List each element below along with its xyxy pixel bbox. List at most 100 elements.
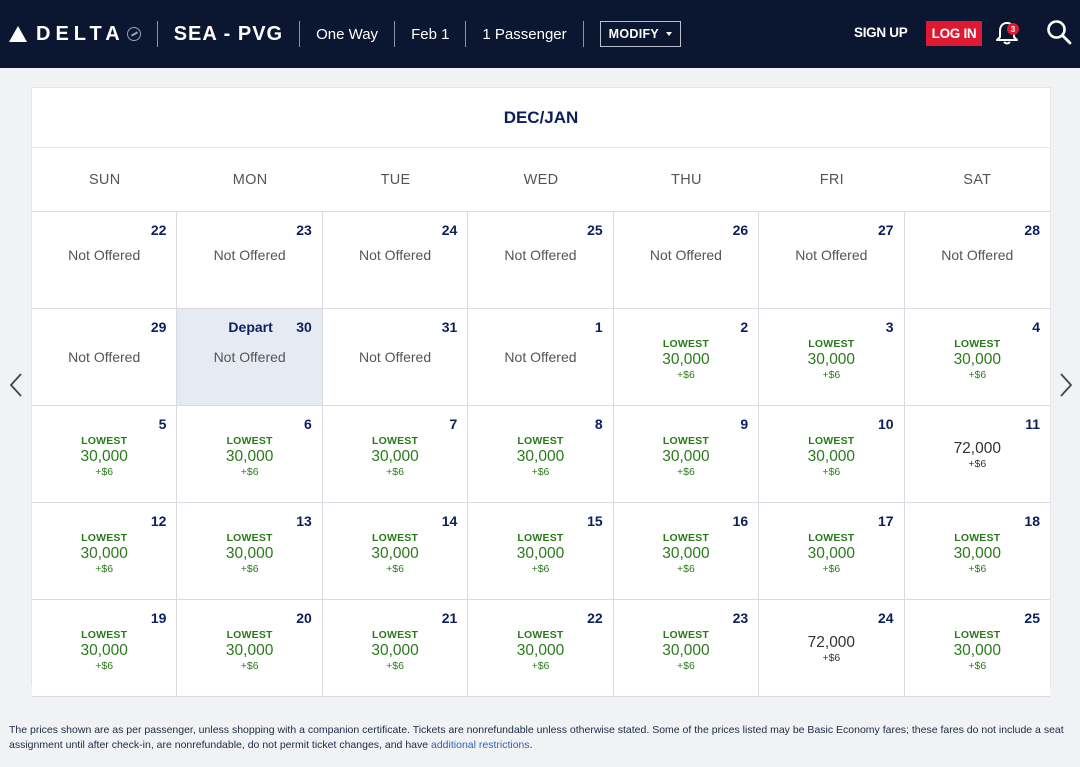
calendar-grid: 22 Not Offered 23 Not Offered 24 Not Offered 2… [32, 212, 1050, 697]
day-number: 28 [1024, 222, 1040, 238]
weekday-header-row: SUN MON TUE WED THU FRI SAT [32, 148, 1050, 212]
not-offered-label: Not Offered [795, 247, 868, 263]
trip-type-label: One Way [316, 25, 379, 43]
day-number: 11 [1025, 416, 1040, 432]
fare-miles: 30,000 [371, 448, 419, 465]
fare-fee: +$6 [386, 466, 404, 478]
fare-fee: +$6 [968, 458, 987, 470]
fare-fee: +$6 [822, 652, 841, 664]
calendar-day-cell: 27 Not Offered [759, 212, 905, 309]
fare-miles: 30,000 [662, 545, 710, 562]
fare-info: LOWEST 30,000 +$6 [759, 435, 903, 479]
fare-fee: +$6 [240, 563, 259, 575]
day-number: 23 [296, 222, 312, 238]
day-number: 27 [877, 222, 894, 238]
day-number: 26 [732, 222, 749, 238]
fare-fee: +$6 [386, 563, 404, 575]
calendar-day-cell[interactable]: 5 LOWEST 30,000 +$6 [32, 406, 178, 503]
day-number: 2 [740, 319, 749, 335]
fare-info: LOWEST 30,000 +$6 [614, 338, 758, 382]
fare-fee: +$6 [822, 466, 841, 478]
additional-restrictions-link[interactable]: additional restrictions [431, 739, 530, 751]
calendar-day-cell[interactable]: 9 LOWEST 30,000 +$6 [613, 406, 760, 503]
fare-miles: 30,000 [516, 642, 565, 659]
lowest-fare-label: LOWEST [954, 629, 1001, 641]
calendar-day-cell: 22 Not Offered [32, 212, 178, 309]
day-number: 23 [732, 610, 749, 626]
calendar-day-cell[interactable]: 6 LOWEST 30,000 +$6 [177, 406, 323, 503]
lowest-fare-label: LOWEST [81, 435, 128, 447]
route-label: SEA - PVG [173, 22, 284, 45]
log-in-button[interactable]: LOG IN [926, 21, 982, 46]
fare-miles: 30,000 [80, 545, 128, 562]
lowest-fare-label: LOWEST [226, 532, 273, 544]
day-number: 8 [594, 416, 603, 432]
delta-logo[interactable]: DELTA [9, 0, 141, 68]
calendar-day-cell[interactable]: 23 LOWEST 30,000 +$6 [613, 600, 760, 697]
calendar-day-cell[interactable]: 8 LOWEST 30,000 +$6 [468, 406, 614, 503]
not-offered-label: Not Offered [359, 349, 432, 365]
fare-miles: 30,000 [516, 448, 565, 465]
lowest-fare-label: LOWEST [517, 532, 564, 544]
disclaimer-text: The prices shown are as per passenger, u… [9, 724, 1064, 751]
not-offered-label: Not Offered [649, 247, 722, 263]
calendar-day-cell[interactable]: 4 LOWEST 30,000 +$6 [904, 309, 1050, 406]
calendar-day-cell[interactable]: 13 LOWEST 30,000 +$6 [177, 503, 323, 600]
calendar-day-cell[interactable]: 24 72,000 +$6 [759, 600, 905, 697]
fare-fee: +$6 [968, 660, 987, 672]
day-number: 9 [740, 416, 749, 432]
day-number: 13 [296, 513, 312, 529]
fare-miles: 30,000 [807, 545, 856, 562]
not-offered-label: Not Offered [213, 349, 286, 365]
day-number: 29 [150, 319, 167, 335]
fare-info: 72,000 +$6 [905, 440, 1050, 471]
search-icon[interactable] [1046, 19, 1072, 45]
calendar-day-cell[interactable]: 3 LOWEST 30,000 +$6 [759, 309, 905, 406]
calendar-day-cell[interactable]: 20 LOWEST 30,000 +$6 [177, 600, 323, 697]
calendar-day-cell[interactable]: 17 LOWEST 30,000 +$6 [759, 503, 905, 600]
not-offered-label: Not Offered [68, 349, 141, 365]
calendar-day-cell[interactable]: 16 LOWEST 30,000 +$6 [613, 503, 760, 600]
next-month-arrow-icon[interactable] [1056, 372, 1076, 398]
notification-badge: 3 [1007, 23, 1019, 35]
lowest-fare-label: LOWEST [954, 532, 1001, 544]
calendar-day-cell: 29 Not Offered [32, 309, 178, 406]
fare-miles: 30,000 [807, 448, 856, 465]
calendar-day-cell[interactable]: 7 LOWEST 30,000 +$6 [322, 406, 469, 503]
calendar-day-cell[interactable]: 10 LOWEST 30,000 +$6 [759, 406, 905, 503]
calendar-day-cell[interactable]: 14 LOWEST 30,000 +$6 [322, 503, 469, 600]
day-number: 16 [732, 513, 749, 529]
day-number: 24 [441, 222, 458, 238]
fare-fee: +$6 [822, 369, 841, 381]
calendar-day-cell[interactable]: 15 LOWEST 30,000 +$6 [468, 503, 614, 600]
previous-month-arrow-icon[interactable] [6, 372, 26, 398]
passenger-label: 1 Passenger [482, 25, 567, 43]
fare-fee: +$6 [677, 660, 695, 672]
calendar-day-cell: 23 Not Offered [177, 212, 323, 309]
calendar-day-cell[interactable]: 22 LOWEST 30,000 +$6 [468, 600, 614, 697]
fare-info: LOWEST 30,000 +$6 [177, 629, 321, 673]
modify-button[interactable]: MODIFY [599, 21, 682, 47]
calendar-day-cell: 30 Depart Not Offered [177, 309, 323, 406]
lowest-fare-label: LOWEST [517, 629, 564, 641]
calendar-day-cell[interactable]: 11 72,000 +$6 [904, 406, 1050, 503]
fare-info: LOWEST 30,000 +$6 [468, 435, 612, 479]
log-in-label: LOG IN [931, 26, 977, 41]
calendar-day-cell[interactable]: 25 LOWEST 30,000 +$6 [904, 600, 1050, 697]
caret-down-icon [666, 32, 673, 36]
fare-miles: 30,000 [225, 545, 274, 562]
fare-fee: +$6 [240, 466, 259, 478]
calendar-day-cell[interactable]: 19 LOWEST 30,000 +$6 [32, 600, 178, 697]
calendar-day-cell[interactable]: 12 LOWEST 30,000 +$6 [32, 503, 178, 600]
calendar-day-cell[interactable]: 21 LOWEST 30,000 +$6 [322, 600, 469, 697]
fare-info: 72,000 +$6 [759, 634, 903, 665]
fare-miles: 30,000 [80, 642, 128, 659]
lowest-fare-label: LOWEST [662, 435, 709, 447]
lowest-fare-label: LOWEST [808, 435, 855, 447]
calendar-day-cell[interactable]: 2 LOWEST 30,000 +$6 [613, 309, 760, 406]
sign-up-link[interactable]: SIGN UP [854, 25, 908, 40]
fare-miles: 30,000 [807, 351, 856, 368]
lowest-fare-label: LOWEST [662, 338, 709, 350]
fare-miles: 30,000 [953, 351, 1001, 368]
calendar-day-cell[interactable]: 18 LOWEST 30,000 +$6 [904, 503, 1050, 600]
